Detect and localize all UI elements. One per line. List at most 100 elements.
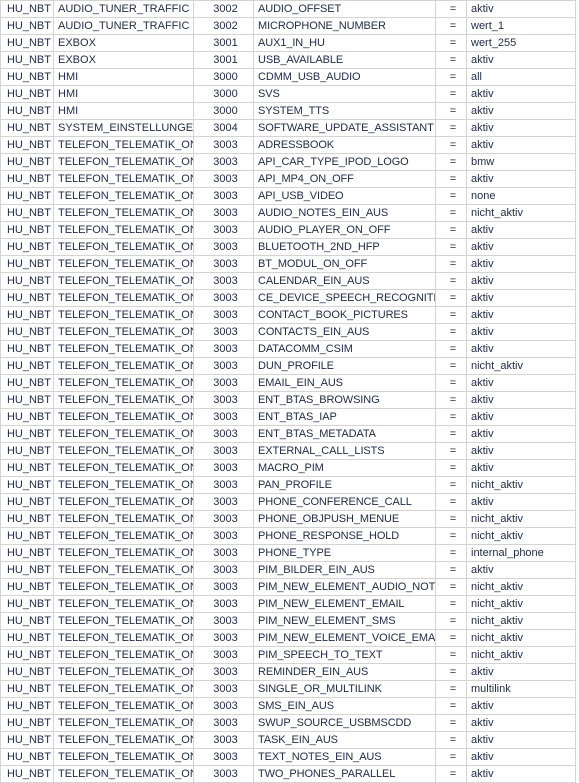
cell-module[interactable]: TELEFON_TELEMATIK_ONLINE — [53, 595, 194, 613]
cell-operator[interactable]: = — [435, 238, 467, 256]
cell-operator[interactable]: = — [435, 340, 467, 358]
cell-module[interactable]: TELEFON_TELEMATIK_ONLINE — [53, 255, 194, 273]
cell-ecu[interactable]: HU_NBT — [0, 119, 54, 137]
cell-ecu[interactable]: HU_NBT — [0, 170, 54, 188]
cell-parameter[interactable]: MACRO_PIM — [253, 459, 436, 477]
cell-parameter[interactable]: REMINDER_EIN_AUS — [253, 663, 436, 681]
cell-number[interactable]: 3003 — [193, 323, 254, 341]
cell-parameter[interactable]: DUN_PROFILE — [253, 357, 436, 375]
cell-module[interactable]: TELEFON_TELEMATIK_ONLINE — [53, 629, 194, 647]
cell-module[interactable]: TELEFON_TELEMATIK_ONLINE — [53, 289, 194, 307]
cell-ecu[interactable]: HU_NBT — [0, 663, 54, 681]
cell-module[interactable]: TELEFON_TELEMATIK_ONLINE — [53, 578, 194, 596]
table-row[interactable]: HU_NBTTELEFON_TELEMATIK_ONLINE3003PHONE_… — [0, 510, 576, 528]
cell-operator[interactable]: = — [435, 374, 467, 392]
cell-module[interactable]: TELEFON_TELEMATIK_ONLINE — [53, 697, 194, 715]
table-row[interactable]: HU_NBTTELEFON_TELEMATIK_ONLINE3003PHONE_… — [0, 527, 576, 545]
cell-ecu[interactable]: HU_NBT — [0, 510, 54, 528]
cell-ecu[interactable]: HU_NBT — [0, 544, 54, 562]
cell-operator[interactable]: = — [435, 391, 467, 409]
cell-value[interactable]: aktiv — [466, 221, 576, 239]
table-row[interactable]: HU_NBTTELEFON_TELEMATIK_ONLINE3003DATACO… — [0, 340, 576, 358]
table-row[interactable]: HU_NBT HMI 3000 SYSTEM_TTS = aktiv — [0, 102, 576, 120]
cell-operator[interactable]: = — [435, 170, 467, 188]
table-row[interactable]: HU_NBTTELEFON_TELEMATIK_ONLINE3003API_US… — [0, 187, 576, 205]
cell-ecu[interactable]: HU_NBT — [0, 153, 54, 171]
table-row[interactable]: HU_NBTTELEFON_TELEMATIK_ONLINE3003CE_DEV… — [0, 289, 576, 307]
cell-ecu[interactable]: HU_NBT — [0, 493, 54, 511]
table-row[interactable]: HU_NBTTELEFON_TELEMATIK_ONLINE3003PIM_NE… — [0, 595, 576, 613]
cell-value[interactable]: aktiv — [466, 0, 576, 18]
cell-value[interactable]: aktiv — [466, 408, 576, 426]
cell-parameter[interactable]: PAN_PROFILE — [253, 476, 436, 494]
cell-value[interactable]: nicht_aktiv — [466, 357, 576, 375]
cell-ecu[interactable]: HU_NBT — [0, 0, 54, 18]
cell-operator[interactable]: = — [435, 527, 467, 545]
cell-parameter[interactable]: TEXT_NOTES_EIN_AUS — [253, 748, 436, 766]
table-row[interactable]: HU_NBTTELEFON_TELEMATIK_ONLINE3003ENT_BT… — [0, 391, 576, 409]
cell-ecu[interactable]: HU_NBT — [0, 85, 54, 103]
cell-parameter[interactable]: ENT_BTAS_BROWSING — [253, 391, 436, 409]
cell-operator[interactable]: = — [435, 493, 467, 511]
table-row[interactable]: HU_NBTTELEFON_TELEMATIK_ONLINE3003EMAIL_… — [0, 374, 576, 392]
cell-ecu[interactable]: HU_NBT — [0, 102, 54, 120]
cell-number[interactable]: 3003 — [193, 731, 254, 749]
table-row[interactable]: HU_NBTTELEFON_TELEMATIK_ONLINE3003API_CA… — [0, 153, 576, 171]
cell-ecu[interactable]: HU_NBT — [0, 51, 54, 69]
cell-operator[interactable]: = — [435, 255, 467, 273]
table-row[interactable]: HU_NBTTELEFON_TELEMATIK_ONLINE3003PIM_NE… — [0, 629, 576, 647]
cell-number[interactable]: 3001 — [193, 34, 254, 52]
cell-parameter[interactable]: PIM_NEW_ELEMENT_SMS — [253, 612, 436, 630]
cell-operator[interactable]: = — [435, 408, 467, 426]
cell-number[interactable]: 3003 — [193, 357, 254, 375]
cell-number[interactable]: 3003 — [193, 578, 254, 596]
table-row[interactable]: HU_NBTTELEFON_TELEMATIK_ONLINE3003PIM_NE… — [0, 578, 576, 596]
cell-parameter[interactable]: CE_DEVICE_SPEECH_RECOGNITION — [253, 289, 436, 307]
cell-operator[interactable]: = — [435, 119, 467, 137]
cell-value[interactable]: aktiv — [466, 697, 576, 715]
cell-parameter[interactable]: CALENDAR_EIN_AUS — [253, 272, 436, 290]
cell-value[interactable]: aktiv — [466, 493, 576, 511]
cell-ecu[interactable]: HU_NBT — [0, 408, 54, 426]
cell-operator[interactable]: = — [435, 204, 467, 222]
table-row[interactable]: HU_NBTTELEFON_TELEMATIK_ONLINE3003PHONE_… — [0, 544, 576, 562]
cell-ecu[interactable]: HU_NBT — [0, 476, 54, 494]
cell-parameter[interactable]: USB_AVAILABLE — [253, 51, 436, 69]
table-row[interactable]: HU_NBTTELEFON_TELEMATIK_ONLINE3003SWUP_S… — [0, 714, 576, 732]
cell-module[interactable]: TELEFON_TELEMATIK_ONLINE — [53, 153, 194, 171]
cell-parameter[interactable]: PHONE_CONFERENCE_CALL — [253, 493, 436, 511]
cell-operator[interactable]: = — [435, 153, 467, 171]
cell-value[interactable]: all — [466, 68, 576, 86]
cell-module[interactable]: SYSTEM_EINSTELLUNGEN — [53, 119, 194, 137]
cell-ecu[interactable]: HU_NBT — [0, 272, 54, 290]
cell-parameter[interactable]: CDMM_USB_AUDIO — [253, 68, 436, 86]
cell-module[interactable]: TELEFON_TELEMATIK_ONLINE — [53, 714, 194, 732]
cell-parameter[interactable]: ENT_BTAS_IAP — [253, 408, 436, 426]
cell-parameter[interactable]: AUDIO_PLAYER_ON_OFF — [253, 221, 436, 239]
cell-ecu[interactable]: HU_NBT — [0, 221, 54, 239]
cell-ecu[interactable]: HU_NBT — [0, 646, 54, 664]
cell-ecu[interactable]: HU_NBT — [0, 714, 54, 732]
cell-parameter[interactable]: PIM_NEW_ELEMENT_VOICE_EMAIL — [253, 629, 436, 647]
cell-value[interactable]: bmw — [466, 153, 576, 171]
cell-parameter[interactable]: ADRESSBOOK — [253, 136, 436, 154]
table-row[interactable]: HU_NBTTELEFON_TELEMATIK_ONLINE3003TEXT_N… — [0, 748, 576, 766]
cell-module[interactable]: TELEFON_TELEMATIK_ONLINE — [53, 748, 194, 766]
cell-parameter[interactable]: SVS — [253, 85, 436, 103]
cell-operator[interactable]: = — [435, 323, 467, 341]
cell-operator[interactable]: = — [435, 136, 467, 154]
cell-parameter[interactable]: API_CAR_TYPE_IPOD_LOGO — [253, 153, 436, 171]
cell-module[interactable]: TELEFON_TELEMATIK_ONLINE — [53, 459, 194, 477]
table-row[interactable]: HU_NBTTELEFON_TELEMATIK_ONLINE3003PIM_NE… — [0, 612, 576, 630]
cell-operator[interactable]: = — [435, 102, 467, 120]
table-row[interactable]: HU_NBTTELEFON_TELEMATIK_ONLINE3003DUN_PR… — [0, 357, 576, 375]
cell-module[interactable]: TELEFON_TELEMATIK_ONLINE — [53, 544, 194, 562]
table-row[interactable]: HU_NBTTELEFON_TELEMATIK_ONLINE3003REMIND… — [0, 663, 576, 681]
cell-value[interactable]: aktiv — [466, 289, 576, 307]
cell-parameter[interactable]: API_MP4_ON_OFF — [253, 170, 436, 188]
table-row[interactable]: HU_NBTTELEFON_TELEMATIK_ONLINE3003AUDIO_… — [0, 204, 576, 222]
table-row[interactable]: HU_NBTTELEFON_TELEMATIK_ONLINE3003ENT_BT… — [0, 408, 576, 426]
cell-number[interactable]: 3003 — [193, 663, 254, 681]
cell-value[interactable]: aktiv — [466, 85, 576, 103]
cell-module[interactable]: TELEFON_TELEMATIK_ONLINE — [53, 238, 194, 256]
